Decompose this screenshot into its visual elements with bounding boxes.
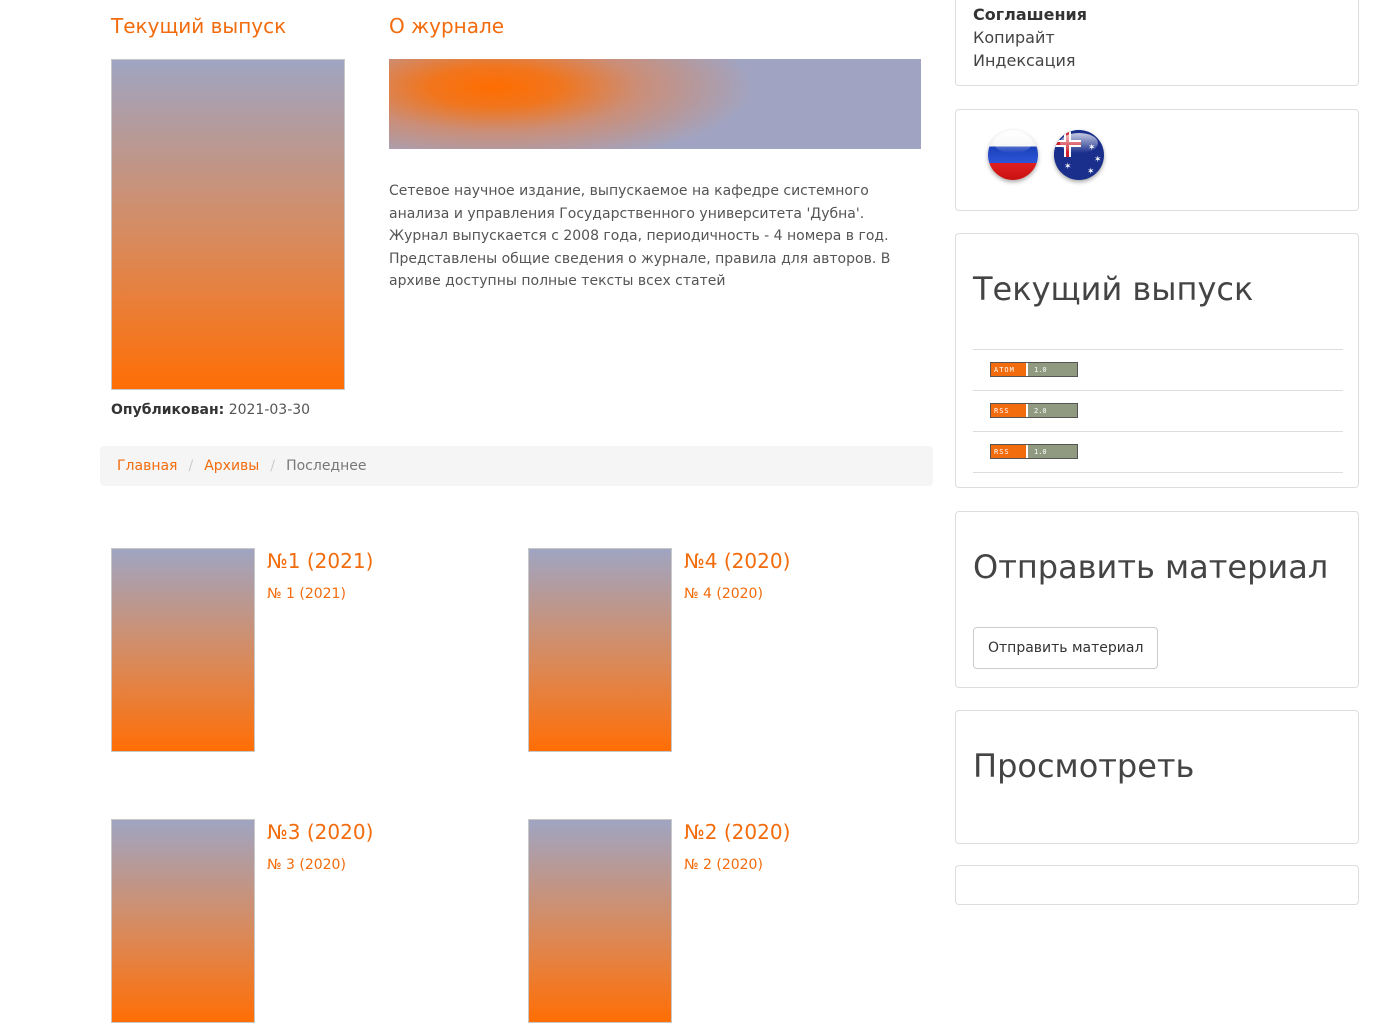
- published-date: 2021-03-30: [228, 402, 311, 418]
- issue-cover[interactable]: [528, 819, 672, 1023]
- breadcrumb: Главная / Архивы / Последнее: [100, 446, 933, 486]
- next-sidebar-panel: [955, 865, 1359, 905]
- agreements-panel: Соглашения Копирайт Индексация: [955, 0, 1359, 86]
- current-issue-panel: Текущий выпуск ATOM 1.0 RSS 2.0 RSS 1.0: [955, 233, 1359, 488]
- star-icon: ✶: [1087, 167, 1095, 177]
- feed-badge-version: 2.0: [1027, 404, 1077, 417]
- issue-subtitle[interactable]: № 4 (2020): [684, 586, 763, 602]
- copyright-link[interactable]: Копирайт: [973, 26, 1341, 49]
- rss2-feed-badge[interactable]: RSS 2.0: [990, 403, 1078, 418]
- atom-feed-badge[interactable]: ATOM 1.0: [990, 362, 1078, 377]
- current-issue-heading[interactable]: Текущий выпуск: [111, 13, 286, 39]
- browse-panel: Просмотреть: [955, 710, 1359, 844]
- russia-flag-icon[interactable]: [988, 130, 1038, 180]
- about-heading[interactable]: О журнале: [389, 13, 504, 39]
- feed-badge-version: 1.0: [1027, 445, 1077, 458]
- feed-item: RSS 1.0: [973, 431, 1343, 473]
- agreements-heading: Соглашения: [973, 5, 1087, 24]
- breadcrumb-home[interactable]: Главная: [117, 458, 177, 474]
- star-icon: ✶: [1094, 155, 1102, 165]
- current-issue-cover[interactable]: [111, 59, 345, 390]
- published-label: Опубликован:: [111, 402, 225, 418]
- issue-cover[interactable]: [111, 819, 255, 1023]
- feed-badge-type: RSS: [991, 445, 1027, 458]
- browse-panel-title: Просмотреть: [973, 747, 1195, 785]
- indexing-link[interactable]: Индексация: [973, 49, 1341, 72]
- issue-subtitle[interactable]: № 1 (2021): [267, 586, 346, 602]
- flag-gloss: [1060, 133, 1098, 153]
- published-info: Опубликован: 2021-03-30: [111, 402, 310, 418]
- star-icon: ✶: [1064, 162, 1072, 172]
- australia-flag-icon[interactable]: ✶ ✶ ✶ ✶: [1054, 130, 1104, 180]
- feed-badge-type: ATOM: [991, 363, 1027, 376]
- feed-item: RSS 2.0: [973, 390, 1343, 431]
- submit-material-button[interactable]: Отправить материал: [973, 627, 1159, 669]
- issue-title[interactable]: №4 (2020): [684, 548, 790, 574]
- current-issue-panel-title: Текущий выпуск: [973, 270, 1254, 308]
- feed-badge-type: RSS: [991, 404, 1027, 417]
- issue-subtitle[interactable]: № 3 (2020): [267, 857, 346, 873]
- feed-badge-version: 1.0: [1027, 363, 1077, 376]
- breadcrumb-current: Последнее: [286, 458, 367, 474]
- issue-cover[interactable]: [528, 548, 672, 752]
- submit-panel-title: Отправить материал: [973, 548, 1329, 586]
- issue-subtitle[interactable]: № 2 (2020): [684, 857, 763, 873]
- language-panel: ✶ ✶ ✶ ✶: [955, 109, 1359, 211]
- about-description: Сетевое научное издание, выпускаемое на …: [389, 183, 891, 290]
- flag-gloss: [994, 133, 1032, 153]
- issue-title[interactable]: №1 (2021): [267, 548, 373, 574]
- breadcrumb-separator: /: [188, 458, 194, 474]
- issue-cover[interactable]: [111, 548, 255, 752]
- feed-list: ATOM 1.0 RSS 2.0 RSS 1.0: [973, 349, 1343, 473]
- issue-title[interactable]: №2 (2020): [684, 819, 790, 845]
- issue-title[interactable]: №3 (2020): [267, 819, 373, 845]
- feed-item: ATOM 1.0: [973, 349, 1343, 390]
- rss1-feed-badge[interactable]: RSS 1.0: [990, 444, 1078, 459]
- breadcrumb-archives[interactable]: Архивы: [204, 458, 259, 474]
- submit-panel: Отправить материал Отправить материал: [955, 511, 1359, 688]
- breadcrumb-separator: /: [270, 458, 276, 474]
- about-banner-image: [389, 59, 921, 149]
